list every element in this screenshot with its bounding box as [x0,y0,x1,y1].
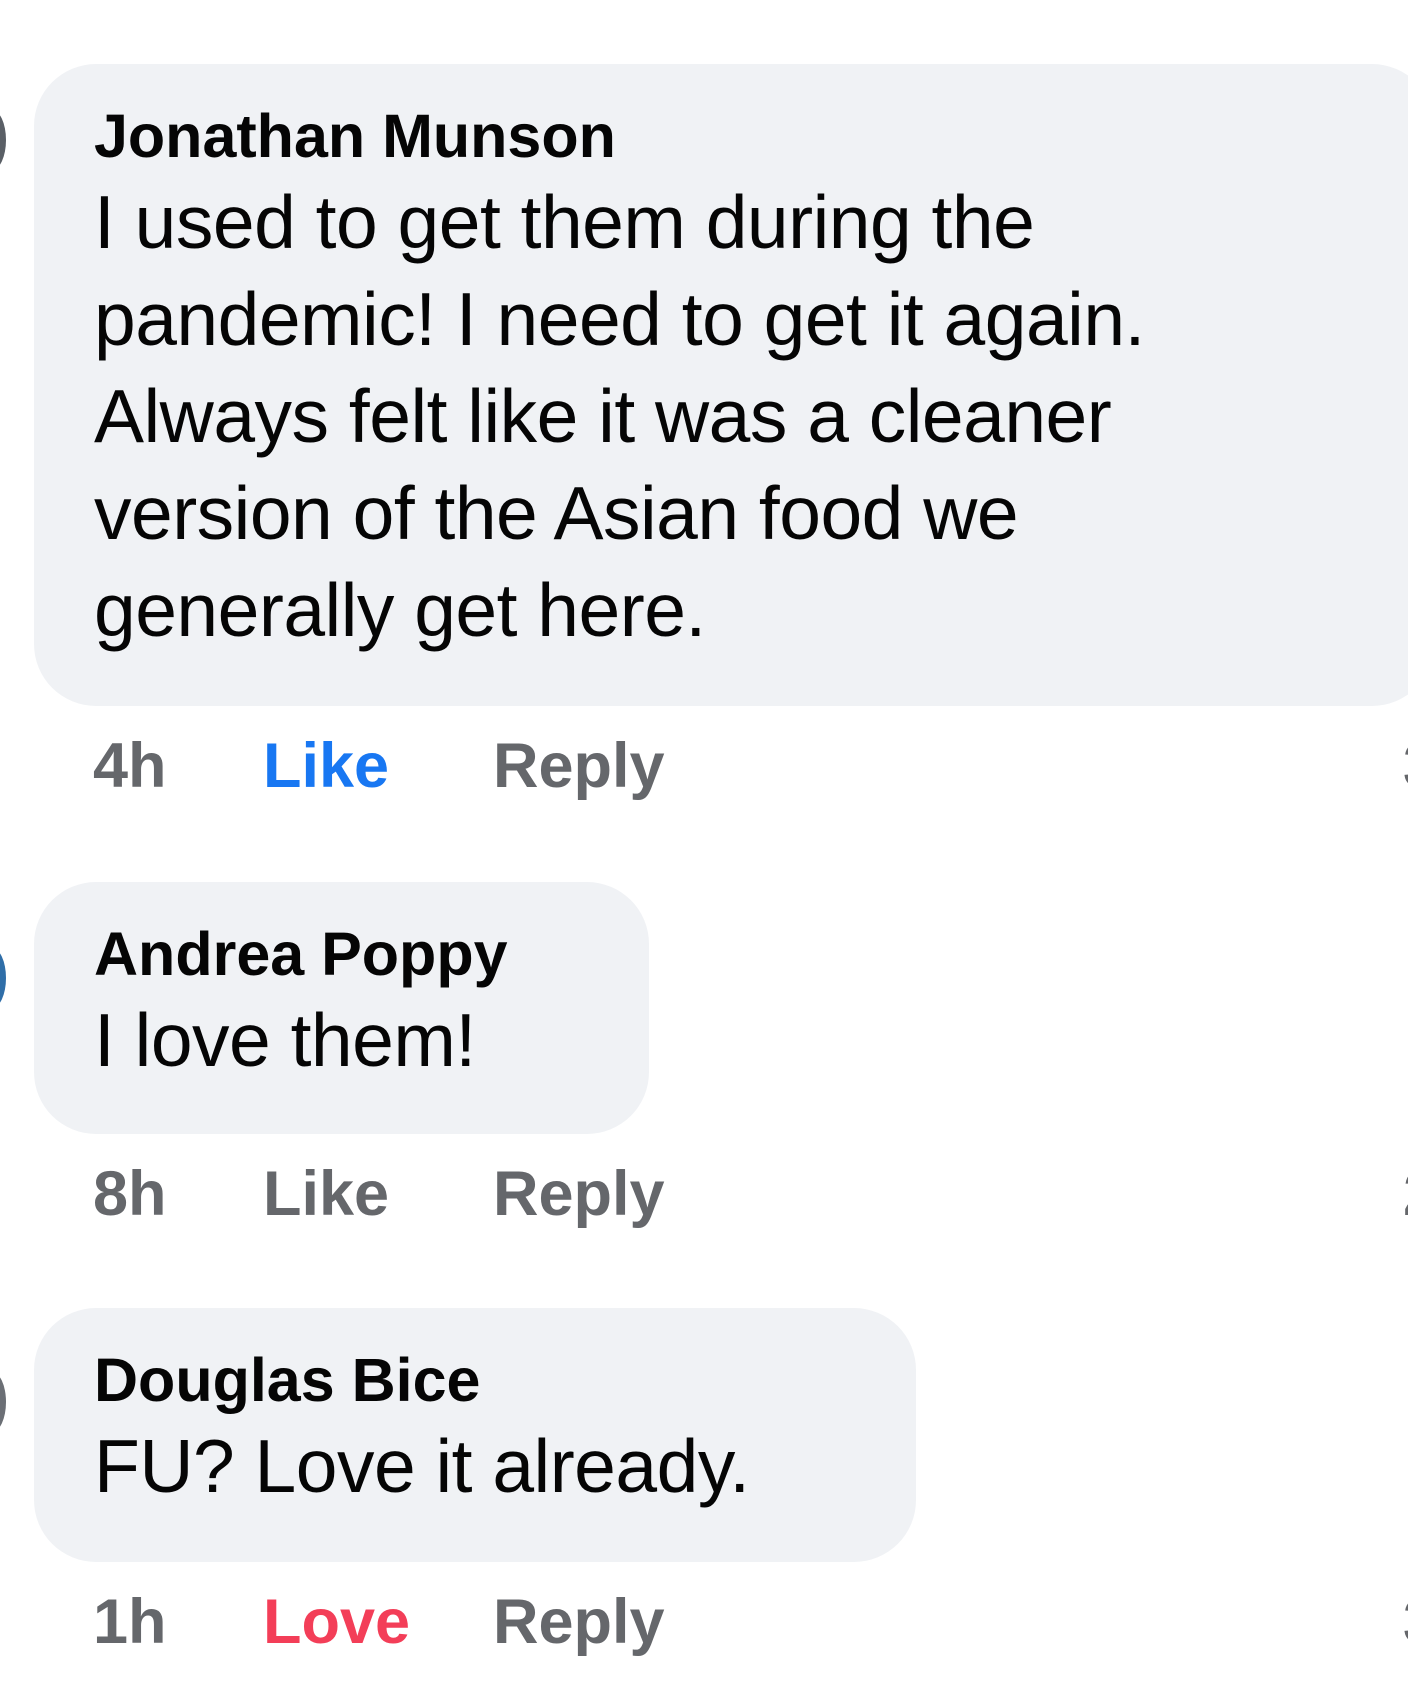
comment-timestamp[interactable]: 1h [93,1582,167,1662]
comment-timestamp[interactable]: 8h [93,1154,167,1234]
comment-text-line: Always felt like it was a cleaner [94,374,1112,458]
comment-bubble: Jonathan Munson I used to get them durin… [34,64,1408,706]
reaction-count[interactable]: 3 [1403,1582,1408,1662]
comment-author[interactable]: Jonathan Munson [94,100,1394,172]
reply-button[interactable]: Reply [493,1154,665,1234]
comment-text-line: I used to get them during the [94,180,1035,264]
comment-actions: 4h Like Reply 3 [93,726,1408,806]
comment-timestamp[interactable]: 4h [93,726,167,806]
comment-text: I used to get them during the pandemic! … [94,174,1394,659]
comment-text: FU? Love it already. [94,1418,876,1515]
avatar[interactable] [0,1372,6,1432]
comment-text-line: I love them! [94,998,476,1082]
comment-actions: 1h Love Reply 3 [93,1582,1408,1662]
love-button[interactable]: Love [263,1582,410,1662]
like-button[interactable]: Like [263,726,389,806]
comment-text-line: pandemic! I need to get it again. [94,277,1145,361]
comment-actions: 8h Like Reply 2 [93,1154,1408,1234]
avatar[interactable] [0,948,6,1008]
comment-text-line: generally get here. [94,568,706,652]
reaction-count[interactable]: 2 [1403,1154,1408,1234]
reply-button[interactable]: Reply [493,1582,665,1662]
comment-text-line: version of the Asian food we [94,471,1019,555]
comment-author[interactable]: Andrea Poppy [94,918,609,990]
reply-button[interactable]: Reply [493,726,665,806]
comment-text: I love them! [94,992,609,1089]
comment-author[interactable]: Douglas Bice [94,1344,876,1416]
reaction-count[interactable]: 3 [1403,726,1408,806]
comment-text-line: FU? Love it already. [94,1424,750,1508]
comment-bubble: Andrea Poppy I love them! [34,882,649,1134]
comment-thread: Jonathan Munson I used to get them durin… [0,0,1408,1682]
comment-bubble: Douglas Bice FU? Love it already. [34,1308,916,1562]
like-button[interactable]: Like [263,1154,389,1234]
avatar[interactable] [0,110,6,170]
